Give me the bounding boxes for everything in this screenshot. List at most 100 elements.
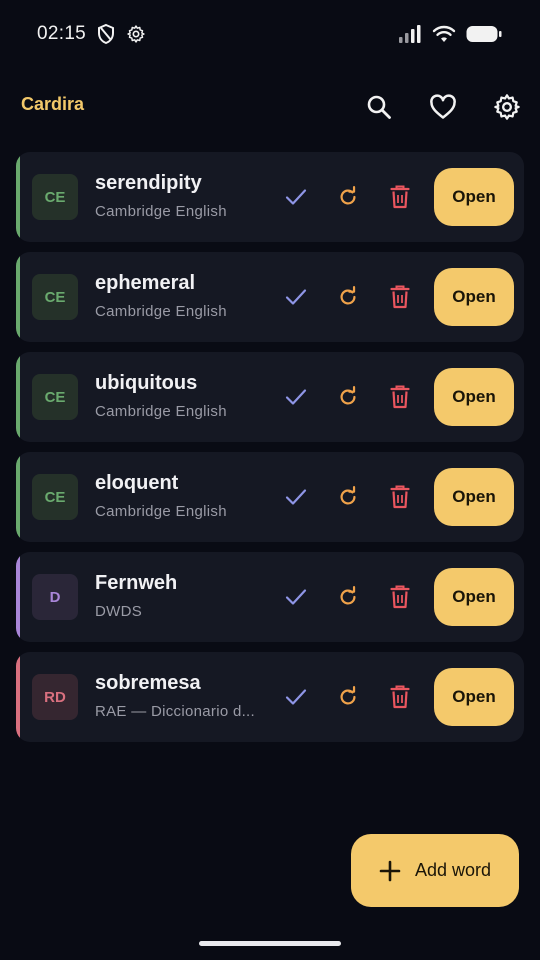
app-actions bbox=[360, 88, 526, 126]
reset-button[interactable] bbox=[334, 283, 362, 311]
plus-icon bbox=[379, 860, 401, 882]
word-card[interactable]: D Fernweh DWDS Open bbox=[16, 552, 524, 642]
settings-gear-small-icon bbox=[126, 24, 146, 44]
card-actions bbox=[282, 383, 414, 411]
word-text: sobremesa RAE — Diccionario d... bbox=[95, 672, 265, 720]
word-title: Fernweh bbox=[95, 572, 178, 594]
check-icon bbox=[285, 488, 307, 506]
word-title: ephemeral bbox=[95, 272, 196, 294]
reset-button[interactable] bbox=[334, 183, 362, 211]
search-button[interactable] bbox=[360, 88, 398, 126]
trash-icon bbox=[390, 385, 410, 409]
mark-known-button[interactable] bbox=[282, 183, 310, 211]
source-badge: D bbox=[32, 574, 78, 620]
home-indicator[interactable] bbox=[199, 941, 341, 946]
source-badge: RD bbox=[32, 674, 78, 720]
check-icon bbox=[285, 688, 307, 706]
word-text: serendipity Cambridge English bbox=[95, 172, 265, 220]
delete-button[interactable] bbox=[386, 383, 414, 411]
word-source: RAE — Diccionario d... bbox=[95, 703, 255, 720]
refresh-icon bbox=[337, 486, 359, 508]
add-word-button[interactable]: Add word bbox=[351, 834, 519, 907]
mark-known-button[interactable] bbox=[282, 683, 310, 711]
word-source: DWDS bbox=[95, 603, 143, 620]
source-badge: CE bbox=[32, 174, 78, 220]
card-accent-bar bbox=[16, 352, 20, 442]
refresh-icon bbox=[337, 386, 359, 408]
source-badge: CE bbox=[32, 474, 78, 520]
open-button[interactable]: Open bbox=[434, 468, 514, 526]
reset-button[interactable] bbox=[334, 583, 362, 611]
delete-button[interactable] bbox=[386, 283, 414, 311]
word-source: Cambridge English bbox=[95, 403, 227, 420]
status-time: 02:15 bbox=[37, 23, 87, 44]
word-card[interactable]: RD sobremesa RAE — Diccionario d... Open bbox=[16, 652, 524, 742]
delete-button[interactable] bbox=[386, 683, 414, 711]
reset-button[interactable] bbox=[334, 383, 362, 411]
refresh-icon bbox=[337, 686, 359, 708]
status-bar: 02:15 bbox=[0, 0, 540, 68]
heart-icon bbox=[429, 94, 457, 120]
delete-button[interactable] bbox=[386, 483, 414, 511]
settings-button[interactable] bbox=[488, 88, 526, 126]
mark-known-button[interactable] bbox=[282, 483, 310, 511]
open-button[interactable]: Open bbox=[434, 268, 514, 326]
word-card[interactable]: CE eloquent Cambridge English Open bbox=[16, 452, 524, 542]
status-left: 02:15 bbox=[37, 23, 146, 45]
delete-button[interactable] bbox=[386, 583, 414, 611]
word-list: CE serendipity Cambridge English Open CE… bbox=[16, 152, 524, 752]
word-title: ubiquitous bbox=[95, 372, 198, 394]
trash-icon bbox=[390, 285, 410, 309]
mark-known-button[interactable] bbox=[282, 383, 310, 411]
open-button[interactable]: Open bbox=[434, 568, 514, 626]
delete-button[interactable] bbox=[386, 183, 414, 211]
app-title: Cardira bbox=[21, 94, 85, 114]
word-card[interactable]: CE ubiquitous Cambridge English Open bbox=[16, 352, 524, 442]
trash-icon bbox=[390, 685, 410, 709]
check-icon bbox=[285, 588, 307, 606]
card-actions bbox=[282, 183, 414, 211]
open-button[interactable]: Open bbox=[434, 668, 514, 726]
word-text: Fernweh DWDS bbox=[95, 572, 265, 620]
card-accent-bar bbox=[16, 152, 20, 242]
search-icon bbox=[366, 94, 392, 120]
card-actions bbox=[282, 283, 414, 311]
word-source: Cambridge English bbox=[95, 303, 227, 320]
word-text: ephemeral Cambridge English bbox=[95, 272, 265, 320]
reset-button[interactable] bbox=[334, 483, 362, 511]
card-actions bbox=[282, 683, 414, 711]
card-actions bbox=[282, 583, 414, 611]
card-actions bbox=[282, 483, 414, 511]
word-title: eloquent bbox=[95, 472, 179, 494]
source-badge: CE bbox=[32, 374, 78, 420]
shield-icon bbox=[96, 23, 116, 45]
open-button[interactable]: Open bbox=[434, 368, 514, 426]
mark-known-button[interactable] bbox=[282, 283, 310, 311]
trash-icon bbox=[390, 485, 410, 509]
reset-button[interactable] bbox=[334, 683, 362, 711]
word-text: eloquent Cambridge English bbox=[95, 472, 265, 520]
gear-icon bbox=[493, 93, 521, 121]
check-icon bbox=[285, 188, 307, 206]
card-accent-bar bbox=[16, 452, 20, 542]
card-accent-bar bbox=[16, 552, 20, 642]
source-badge: CE bbox=[32, 274, 78, 320]
refresh-icon bbox=[337, 586, 359, 608]
mark-known-button[interactable] bbox=[282, 583, 310, 611]
add-word-label: Add word bbox=[414, 860, 492, 880]
refresh-icon bbox=[337, 286, 359, 308]
word-title: serendipity bbox=[95, 172, 202, 194]
app-bar: Cardira bbox=[0, 72, 540, 138]
refresh-icon bbox=[337, 186, 359, 208]
trash-icon bbox=[390, 585, 410, 609]
word-card[interactable]: CE serendipity Cambridge English Open bbox=[16, 152, 524, 242]
open-button[interactable]: Open bbox=[434, 168, 514, 226]
word-card[interactable]: CE ephemeral Cambridge English Open bbox=[16, 252, 524, 342]
word-title: sobremesa bbox=[95, 672, 201, 694]
word-source: Cambridge English bbox=[95, 203, 227, 220]
check-icon bbox=[285, 288, 307, 306]
word-text: ubiquitous Cambridge English bbox=[95, 372, 265, 420]
trash-icon bbox=[390, 185, 410, 209]
check-icon bbox=[285, 388, 307, 406]
favorites-button[interactable] bbox=[424, 88, 462, 126]
